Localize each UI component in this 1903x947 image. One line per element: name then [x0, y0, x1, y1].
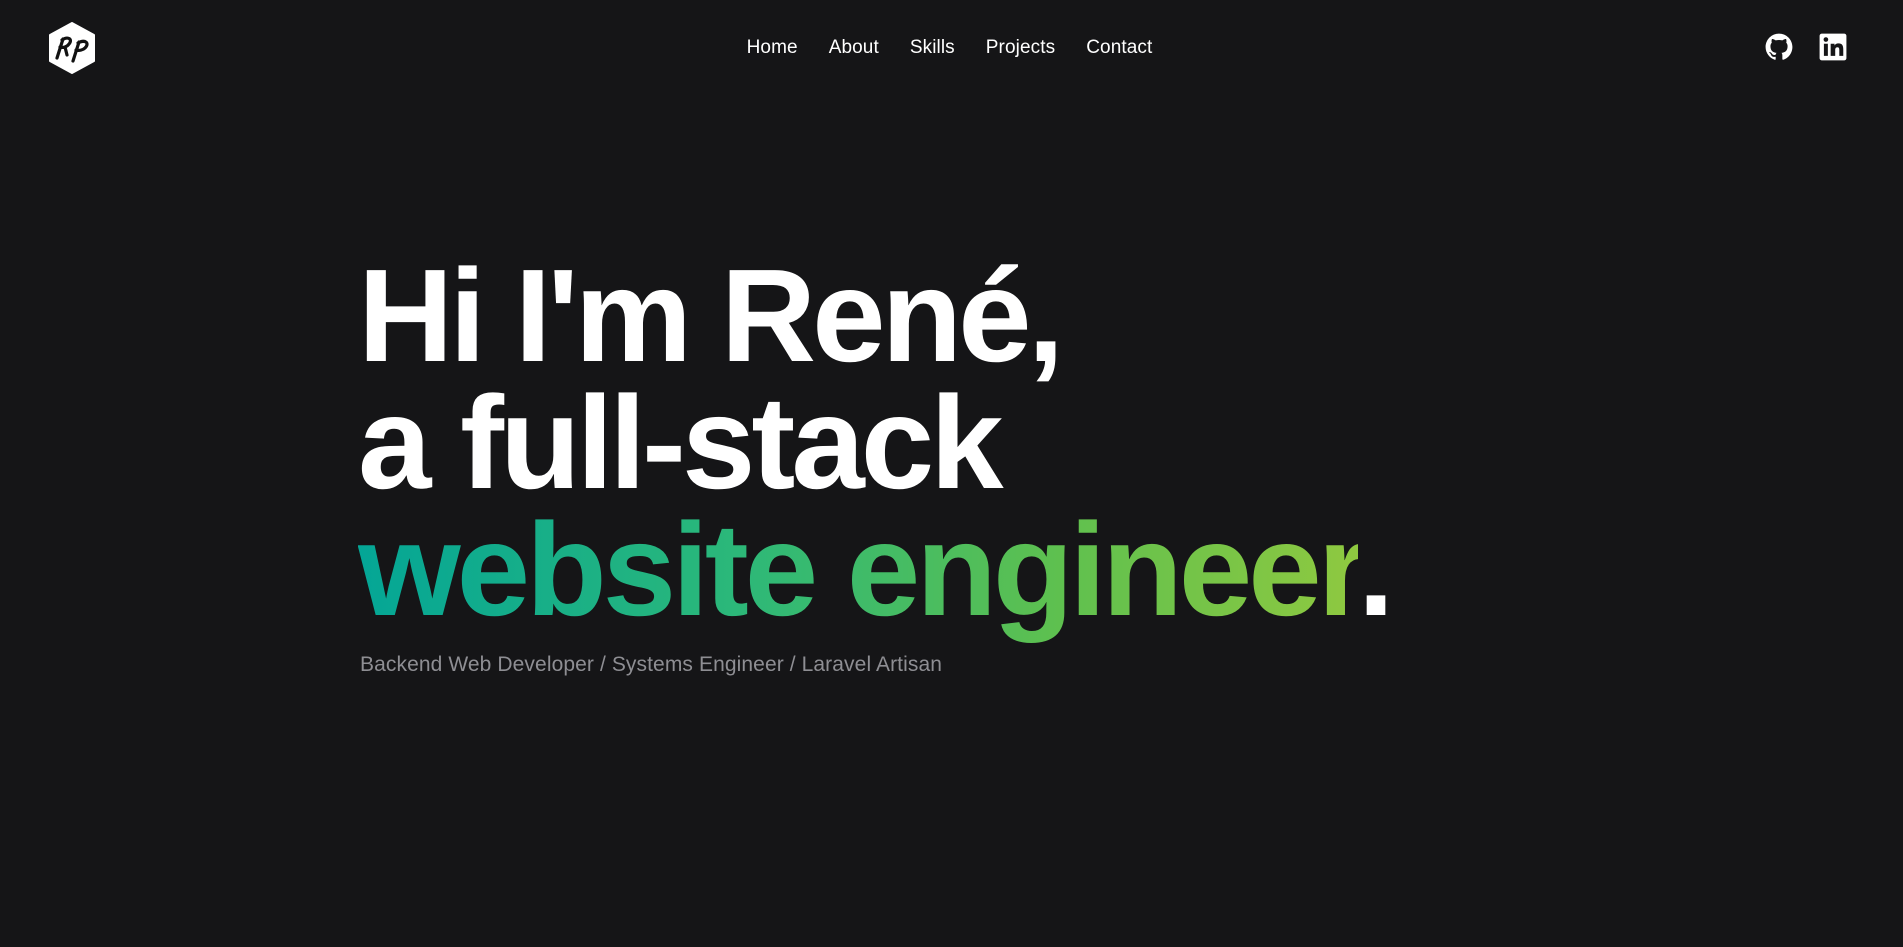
hero-headline: Hi I'm René, a full-stack website engine…	[358, 242, 1658, 636]
rp-logo-icon	[49, 22, 95, 74]
headline-highlight: website engineer	[358, 496, 1362, 643]
hero-subtitle: Backend Web Developer / Systems Engineer…	[360, 653, 943, 676]
nav-contact-link[interactable]: Contact	[1086, 37, 1152, 59]
headline-line-3: website engineer.	[358, 504, 1658, 636]
nav-skills-link[interactable]: Skills	[910, 37, 955, 59]
hero-section: Hi I'm René, a full-stack website engine…	[358, 242, 1658, 677]
nav-home-link[interactable]: Home	[747, 37, 798, 59]
github-icon	[1765, 33, 1793, 60]
nav-about-link[interactable]: About	[829, 37, 879, 59]
linkedin-link[interactable]	[1819, 33, 1847, 61]
headline-line-1: Hi I'm René,	[358, 242, 1064, 389]
headline-period: .	[1357, 496, 1395, 643]
headline-line-2: a full-stack	[358, 369, 1004, 516]
linkedin-icon	[1819, 33, 1847, 61]
github-link[interactable]	[1765, 33, 1793, 61]
top-navigation-bar: Home About Skills Projects Contact	[0, 0, 1903, 96]
home-logo-link[interactable]	[48, 22, 96, 74]
main-nav: Home About Skills Projects Contact	[0, 0, 1903, 96]
nav-projects-link[interactable]: Projects	[986, 37, 1055, 59]
